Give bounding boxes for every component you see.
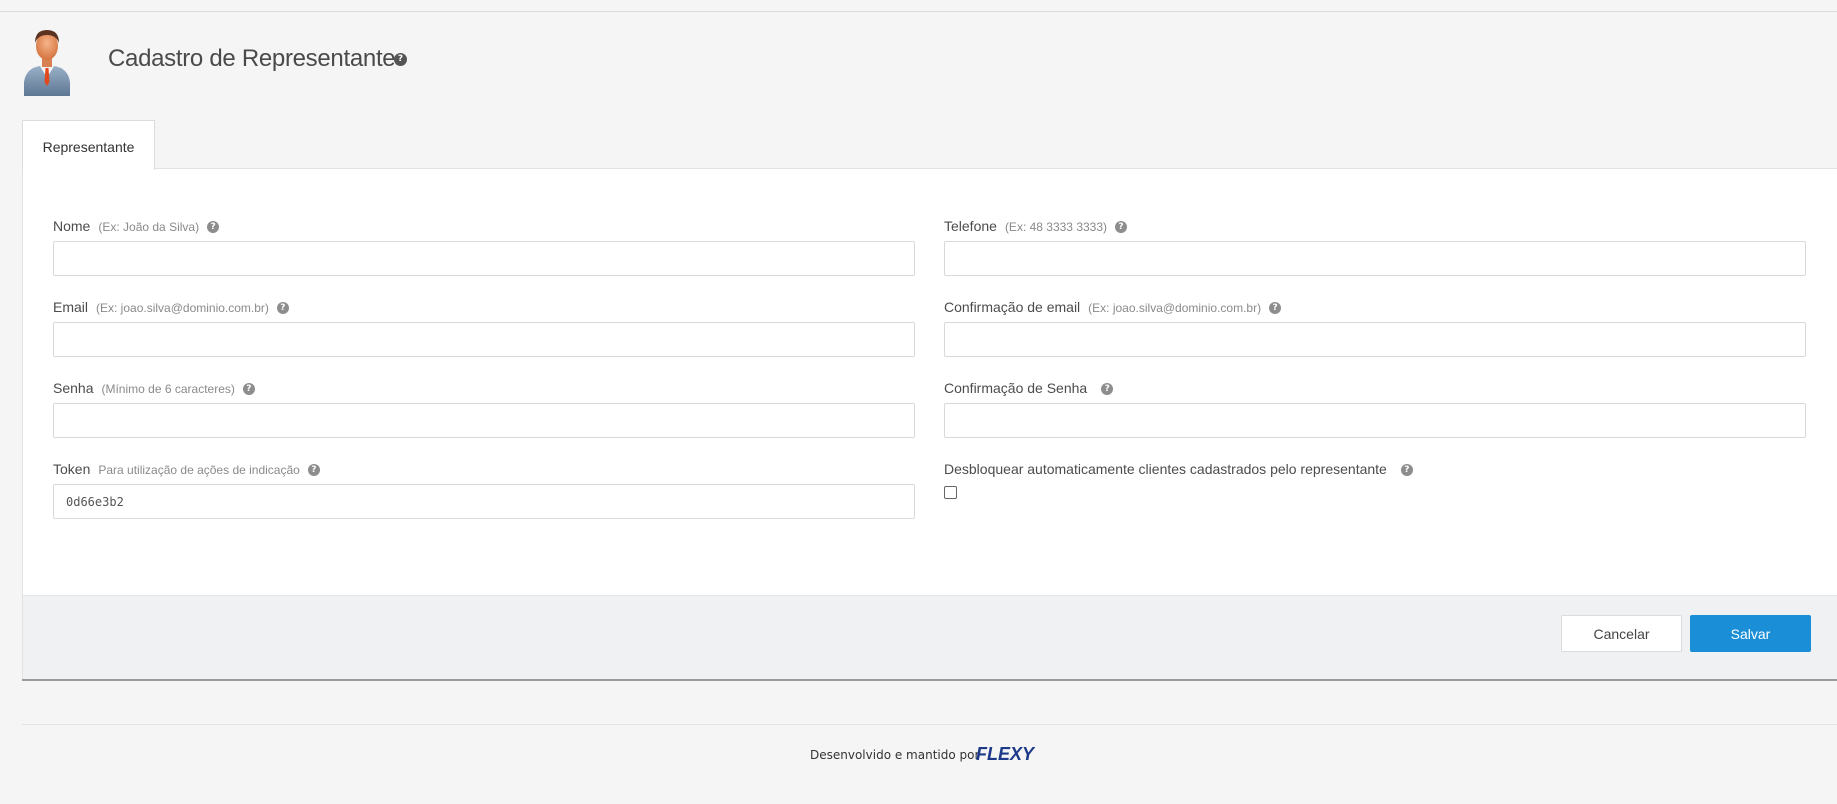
form-actions-bar: Cancelar Salvar [23, 595, 1837, 680]
email-label: Email (Ex: joao.silva@dominio.com.br)? [53, 299, 289, 315]
cancel-button[interactable]: Cancelar [1561, 615, 1682, 652]
senha-label-text: Senha [53, 380, 94, 396]
senha-input[interactable] [53, 403, 915, 438]
nome-help-icon[interactable]: ? [207, 221, 220, 234]
senha-label: Senha (Mínimo de 6 caracteres)? [53, 380, 255, 396]
email-help-icon[interactable]: ? [276, 302, 289, 315]
email-hint: (Ex: joao.silva@dominio.com.br) [96, 301, 269, 315]
title-help-icon[interactable]: ? [394, 53, 407, 66]
panel-bottom-border [22, 679, 1837, 681]
senha-hint: (Mínimo de 6 caracteres) [101, 382, 235, 396]
desbloquear-label: Desbloquear automaticamente clientes cad… [944, 461, 1413, 477]
nome-input[interactable] [53, 241, 915, 276]
confirmacao-email-input[interactable] [944, 322, 1806, 357]
nome-label-text: Nome [53, 218, 91, 234]
confirmacao-senha-label: Confirmação de Senha? [944, 380, 1114, 396]
token-input[interactable] [53, 484, 915, 519]
token-hint: Para utilização de ações de indicação [98, 463, 300, 477]
telefone-label-text: Telefone [944, 218, 997, 234]
confirmacao-email-hint: (Ex: joao.silva@dominio.com.br) [1088, 301, 1262, 315]
top-divider [0, 11, 1837, 12]
flexy-logo[interactable]: FLEXY [976, 744, 1034, 765]
telefone-input[interactable] [944, 241, 1806, 276]
telefone-label: Telefone (Ex: 48 3333 3333)? [944, 218, 1128, 234]
token-label-text: Token [53, 461, 91, 477]
confirmacao-senha-label-text: Confirmação de Senha [944, 380, 1088, 396]
representative-avatar-icon [24, 30, 70, 96]
confirmacao-senha-input[interactable] [944, 403, 1806, 438]
confirmacao-email-help-icon[interactable]: ? [1269, 302, 1282, 315]
confirmacao-senha-help-icon[interactable]: ? [1101, 383, 1114, 396]
page-header: Cadastro de Representante ? [22, 26, 822, 98]
footer-divider [22, 724, 1837, 725]
senha-help-icon[interactable]: ? [242, 383, 255, 396]
desbloquear-label-text: Desbloquear automaticamente clientes cad… [944, 461, 1387, 477]
page-title: Cadastro de Representante [108, 45, 396, 72]
footer-credit: Desenvolvido e mantido por [810, 748, 980, 762]
tab-representante[interactable]: Representante [22, 120, 155, 170]
flexy-logo-text: FLEXY [976, 744, 1035, 764]
desbloquear-checkbox[interactable] [944, 486, 957, 499]
confirmacao-email-label-text: Confirmação de email [944, 299, 1081, 315]
token-label: Token Para utilização de ações de indicaç… [53, 461, 320, 477]
telefone-help-icon[interactable]: ? [1115, 221, 1128, 234]
email-input[interactable] [53, 322, 915, 357]
telefone-hint: (Ex: 48 3333 3333) [1004, 220, 1108, 234]
confirmacao-email-label: Confirmação de email (Ex: joao.silva@domi… [944, 299, 1282, 315]
token-help-icon[interactable]: ? [307, 464, 320, 477]
nome-label: Nome (Ex: João da Silva)? [53, 218, 220, 234]
form-panel: Nome (Ex: João da Silva)? Telefone (Ex: 48… [22, 168, 1837, 680]
desbloquear-help-icon[interactable]: ? [1400, 464, 1413, 477]
email-label-text: Email [53, 299, 89, 315]
nome-hint: (Ex: João da Silva) [98, 220, 200, 234]
save-button[interactable]: Salvar [1690, 615, 1811, 652]
